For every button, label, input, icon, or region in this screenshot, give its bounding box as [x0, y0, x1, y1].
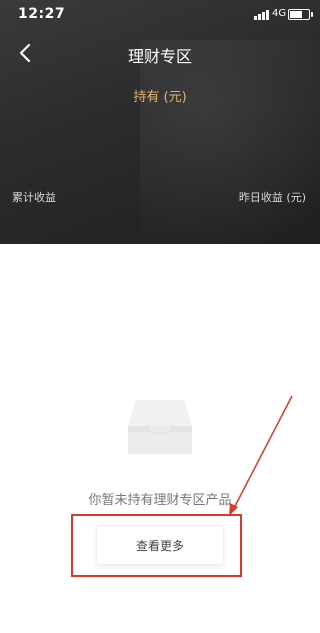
empty-message: 你暂未持有理财专区产品 [88, 493, 232, 508]
network-type: 4G [272, 8, 287, 19]
header-shade [140, 40, 320, 244]
signal-icon [254, 10, 270, 20]
battery-icon [288, 9, 313, 20]
status-time: 12:27 [18, 6, 66, 22]
highlight-box [71, 514, 242, 577]
cumulative-income-label: 累计收益 [12, 191, 56, 204]
yesterday-income-label: 昨日收益 (元) [238, 191, 306, 204]
header: 12:27 4G 理财专区 持有 (元) 累计收益 昨日收益 (元) [0, 0, 320, 244]
page-title: 理财专区 [127, 47, 192, 66]
empty-tray-icon [128, 400, 192, 454]
status-bar: 12:27 4G [0, 0, 320, 30]
holding-label: 持有 (元) [133, 90, 187, 105]
